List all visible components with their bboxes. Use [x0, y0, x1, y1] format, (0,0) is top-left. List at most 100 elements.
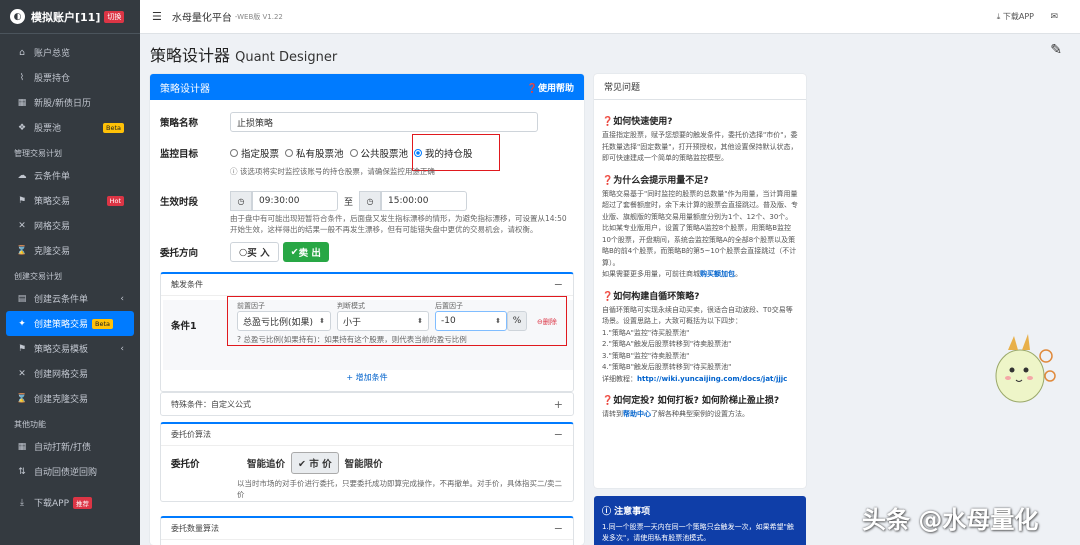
faq-answer: 直接指定股票，赋予您想要的触发条件，委托价选择"市价"，委托数量选择"固定数量"…: [602, 131, 798, 162]
buy-button[interactable]: ○ 买 入: [230, 242, 279, 262]
help-center-link[interactable]: 帮助中心: [623, 410, 651, 418]
faq-step: 2."策略A"触发后股票转移到"待卖股票池": [602, 340, 732, 348]
price-label: 委托价: [171, 459, 200, 470]
sidebar: ◐ 模拟账户[11] 切换 ⌂ 账户总览 ⌇ 股票持仓 ▦ 新股/新债日历 ❖ 股票池 B…: [0, 0, 140, 545]
collapse-icon[interactable]: −: [554, 428, 563, 441]
magic-wand-icon[interactable]: ✎: [1050, 42, 1062, 58]
section-header-create: 创建交易计划: [14, 272, 62, 281]
price-algo-panel: 委托价算法 − 委托价 智能追价 ✔ 市 价 智能限价 以当时市场的对手价进行委托…: [160, 422, 574, 502]
recommend-badge: 推荐: [73, 496, 93, 509]
switch-account-button[interactable]: 切换: [104, 10, 125, 23]
sidebar-item-calendar[interactable]: ▦ 新股/新债日历: [0, 90, 140, 115]
sidebar-item-create-grid[interactable]: ✕ 创建网格交易: [0, 361, 140, 386]
price-algo-header[interactable]: 委托价算法 −: [161, 424, 573, 446]
sidebar-item-download-app[interactable]: ⤓ 下载APP 推荐: [0, 490, 140, 515]
grid-icon: ✕: [18, 220, 26, 231]
sidebar-item-create-strategy[interactable]: ✦ 创建策略交易 Beta: [6, 311, 134, 336]
chart-icon: ⌇: [19, 72, 25, 83]
qty-algo-header[interactable]: 委托数量算法 −: [161, 518, 573, 540]
collapse-icon[interactable]: −: [554, 278, 563, 291]
strategy-icon: ⚑: [17, 195, 27, 206]
faq-step: 3."策略B"监控"待卖股票池": [602, 351, 690, 360]
chevron-left-icon: ‹: [120, 343, 124, 354]
section-header-other: 其他功能: [14, 420, 46, 429]
brand[interactable]: ◐ 模拟账户[11] 切换: [0, 0, 140, 34]
designer-card: 策略设计器 ❓使用帮助 策略名称 止损策略 监控目标 指定股票 私有股票池 公共…: [150, 74, 584, 545]
special-panel: 特殊条件：自定义公式 +: [160, 392, 574, 416]
name-label: 策略名称: [160, 118, 199, 129]
trigger-panel: 触发条件 − 条件1 前置因子 总盈亏比例(如果) ⬍ 判断模式 小于 ⬍ 后置因子 …: [160, 272, 574, 392]
beta-badge: Beta: [103, 122, 124, 133]
target-radio-private-pool[interactable]: 私有股票池: [285, 146, 344, 160]
faq-question: ❓如何快速使用?: [602, 117, 673, 127]
add-condition-button[interactable]: + 增加条件: [161, 372, 573, 383]
faq-question: ❓为什么会提示用量不足?: [602, 175, 709, 186]
sidebar-item-overview[interactable]: ⌂ 账户总览: [0, 40, 140, 65]
mail-icon[interactable]: ✉: [1050, 12, 1058, 22]
sidebar-item-stock-pool[interactable]: ❖ 股票池 Beta: [0, 115, 140, 140]
sidebar-item-cloud-orders[interactable]: ☁ 云条件单: [0, 163, 140, 188]
price-options: 智能追价 ✔ 市 价 智能限价: [241, 452, 389, 474]
highlight-box: [227, 296, 567, 346]
clock-icon: ◷: [359, 191, 382, 211]
expand-icon[interactable]: +: [554, 398, 563, 411]
pool-icon: ❖: [17, 122, 27, 133]
check-circle-icon: ✔: [290, 246, 299, 258]
calendar-icon: ▦: [17, 97, 27, 108]
time-end-input[interactable]: 15:00:00: [381, 191, 468, 211]
sidebar-item-strategy-trading[interactable]: ⚑ 策略交易 Hot: [0, 188, 140, 213]
sidebar-item-create-clone[interactable]: ⌛ 创建克隆交易: [0, 386, 140, 411]
cloud-add-icon: ▤: [17, 293, 27, 304]
tutorial-link[interactable]: http://wiki.yuncaijing.com/docs/jat/jjjc: [637, 375, 787, 383]
clone-icon: ⌛: [16, 245, 28, 256]
sidebar-item-clone-trading[interactable]: ⌛ 克隆交易: [0, 238, 140, 263]
page-title-en: Quant Designer: [235, 50, 338, 65]
chevron-left-icon: ‹: [120, 293, 124, 304]
faq-answer: 策略交易基于"同时监控的股票的总数量"作为用量，当计算用量超过了套餐额度时，余下…: [602, 189, 798, 267]
trigger-header[interactable]: 触发条件 −: [161, 274, 573, 296]
sell-button[interactable]: ✔ 卖 出: [282, 242, 329, 262]
target-label: 监控目标: [160, 149, 199, 160]
download-app-link[interactable]: ⤓ 下载APP: [997, 11, 1034, 22]
question-icon: ❓: [602, 291, 614, 302]
sidebar-item-auto-repo[interactable]: ⇅ 自动回债逆回购: [0, 459, 140, 484]
faq-step: 1."策略A"监控"待买股票池": [602, 328, 690, 337]
check-circle-icon: ✔: [298, 459, 310, 470]
faq-answer: 自循环策略可实现永续自动买卖，很适合自动波段、T0交易等场景。设置思路上，大致可…: [602, 305, 793, 326]
beta-badge: Beta: [92, 318, 114, 329]
sidebar-item-auto-ipo[interactable]: ▦ 自动打新/打债: [0, 434, 140, 459]
mascot-dragon-icon[interactable]: [988, 328, 1058, 408]
target-radio-public-pool[interactable]: 公共股票池: [349, 146, 408, 160]
sidebar-item-grid-trading[interactable]: ✕ 网格交易: [0, 213, 140, 238]
menu-icon[interactable]: ☰: [152, 10, 162, 23]
cloud-icon: ☁: [17, 170, 27, 181]
platform-title: 水母量化平台: [171, 13, 232, 24]
target-radio-stock[interactable]: 指定股票: [230, 146, 279, 160]
sidebar-item-create-cloud[interactable]: ▤ 创建云条件单 ‹: [0, 286, 140, 311]
radio-icon: ○: [239, 246, 248, 258]
option-smart-limit[interactable]: 智能限价: [339, 452, 389, 474]
option-market-price[interactable]: ✔ 市 价: [291, 452, 339, 474]
notice-title: ⓘ 注意事项: [602, 507, 651, 517]
special-header[interactable]: 特殊条件：自定义公式 +: [161, 393, 573, 415]
calendar-auto-icon: ▦: [17, 441, 27, 452]
grid-add-icon: ✕: [18, 368, 26, 379]
option-smart-chase[interactable]: 智能追价: [241, 452, 291, 474]
price-hint: 以当时市场的对手价进行委托，只要委托成功即算完成操作，不再撤单。对手价，具体指买…: [237, 479, 563, 499]
collapse-icon[interactable]: −: [554, 522, 563, 535]
dashboard-icon: ⌂: [19, 47, 25, 58]
account-title: 模拟账户[11]: [31, 10, 101, 24]
name-row: 策略名称 止损策略: [160, 112, 538, 132]
time-start-input[interactable]: 09:30:00: [252, 191, 338, 211]
qty-algo-panel: 委托数量算法 −: [160, 516, 574, 545]
question-icon: ❓: [602, 175, 614, 186]
direction-row: 委托方向 ○ 买 入 ✔ 卖 出: [160, 242, 329, 262]
help-link[interactable]: ❓使用帮助: [527, 81, 574, 94]
buy-addon-link[interactable]: 购买额加包: [700, 270, 735, 278]
strategy-name-input[interactable]: 止损策略: [230, 112, 538, 132]
time-row: 生效时段 ◷ 09:30:00 至 ◷ 15:00:00: [160, 191, 468, 211]
sidebar-item-strategy-template[interactable]: ⚑ 策略交易模板 ‹: [0, 336, 140, 361]
info-icon: ⓘ: [602, 507, 615, 517]
faq-answer: 请转到帮助中心了解各种典型案例的设置方法。: [602, 410, 749, 418]
sidebar-item-holdings[interactable]: ⌇ 股票持仓: [0, 65, 140, 90]
